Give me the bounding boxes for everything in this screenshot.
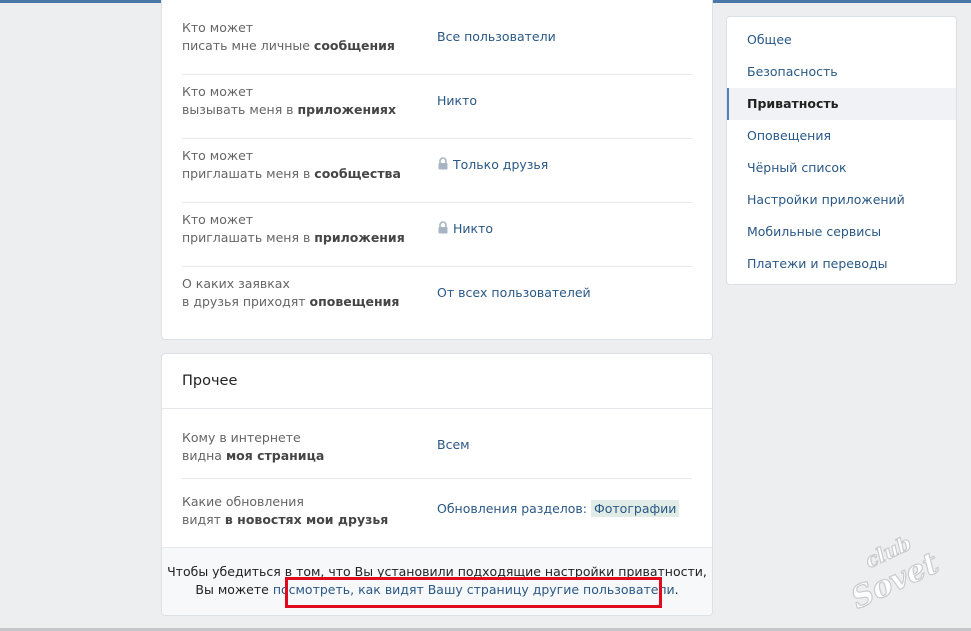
privacy-value-dropdown[interactable]: Никто [437,220,493,238]
label-bold: сообщества [314,166,401,181]
label-line1: Какие обновления [182,494,304,509]
menu-item-blacklist[interactable]: Чёрный список [727,152,956,184]
privacy-value-dropdown[interactable]: Только друзья [437,156,548,174]
label-bold: сообщения [313,38,395,53]
label-line1: Кому в интернете [182,430,301,445]
privacy-settings-card: Кто может писать мне личные сообщения Вс… [161,0,713,340]
privacy-row-app-calls: Кто может вызывать меня в приложениях Ни… [182,75,692,139]
privacy-value-text: Только друзья [453,157,549,172]
privacy-value-dropdown[interactable]: Все пользователи [437,28,556,46]
privacy-row-community-invites: Кто может приглашать меня в сообщества Т… [182,139,692,203]
menu-item-mobile-services[interactable]: Мобильные сервисы [727,216,956,248]
label-line1: Кто может [182,20,254,35]
privacy-row-messages: Кто может писать мне личные сообщения Вс… [182,11,692,75]
label-line1: О каких заявках [182,276,290,291]
lock-icon [438,221,448,234]
label-line2: в друзья приходят [182,294,310,309]
menu-item-security[interactable]: Безопасность [727,56,956,88]
other-value-dropdown[interactable]: Всем [437,436,470,454]
label-bold: оповещения [309,294,400,309]
other-value-text: Обновления разделов: [437,501,587,516]
menu-item-privacy[interactable]: Приватность [727,88,956,120]
privacy-value-text: Все пользователи [437,29,556,44]
label-line1: Кто может [182,84,254,99]
privacy-value-text: Никто [453,221,494,236]
privacy-row-label: Кто может приглашать меня в приложения [182,211,432,247]
label-bold: в новостях мои друзья [224,512,389,527]
label-line2: приглашать меня в [182,230,315,245]
privacy-row-label: Кто может приглашать меня в сообщества [182,147,432,183]
highlight-annotation-box [285,577,662,608]
footer-suffix: . [674,582,679,597]
other-value-text: Всем [437,437,470,452]
label-bold: приложениях [297,102,397,117]
menu-item-general[interactable]: Общее [727,24,956,56]
footer-prefix: Вы можете [195,582,273,597]
label-bold: приложения [314,230,405,245]
privacy-row-label: О каких заявках в друзья приходят оповещ… [182,275,432,311]
menu-item-payments[interactable]: Платежи и переводы [727,248,956,280]
club-sovet-watermark-logo: club Sovet [845,530,945,610]
other-row-news-updates: Какие обновления видят в новостях мои др… [182,479,692,543]
section-title: Прочее [182,373,238,389]
label-line2: видна [182,448,226,463]
other-row-page-visibility: Кому в интернете видна моя страница Всем [182,415,692,479]
privacy-row-label: Кто может вызывать меня в приложениях [182,83,432,119]
privacy-row-friend-requests: О каких заявках в друзья приходят оповещ… [182,267,692,331]
news-updates-dropdown[interactable]: Обновления разделов: Фотографии [437,500,680,518]
other-row-label: Кому в интернете видна моя страница [182,429,432,465]
other-row-label: Какие обновления видят в новостях мои др… [182,493,432,529]
section-header: Прочее [162,354,712,409]
section-tag: Фотографии [590,500,680,517]
privacy-value-dropdown[interactable]: От всех пользователей [437,284,591,302]
privacy-row-app-invites: Кто может приглашать меня в приложения Н… [182,203,692,267]
menu-item-app-settings[interactable]: Настройки приложений [727,184,956,216]
label-line2: вызывать меня в [182,102,298,117]
privacy-value-text: От всех пользователей [437,285,591,300]
label-line2: приглашать меня в [182,166,315,181]
privacy-row-label: Кто может писать мне личные сообщения [182,19,432,55]
label-bold: моя страница [225,448,325,463]
label-line1: Кто может [182,148,254,163]
menu-item-notifications[interactable]: Оповещения [727,120,956,152]
privacy-value-text: Никто [437,93,478,108]
settings-nav-menu: Общее Безопасность Приватность Оповещени… [726,16,957,285]
lock-icon [438,157,448,170]
label-line1: Кто может [182,212,254,227]
label-line2: писать мне личные [182,38,314,53]
label-line2: видят [182,512,225,527]
privacy-value-dropdown[interactable]: Никто [437,92,477,110]
